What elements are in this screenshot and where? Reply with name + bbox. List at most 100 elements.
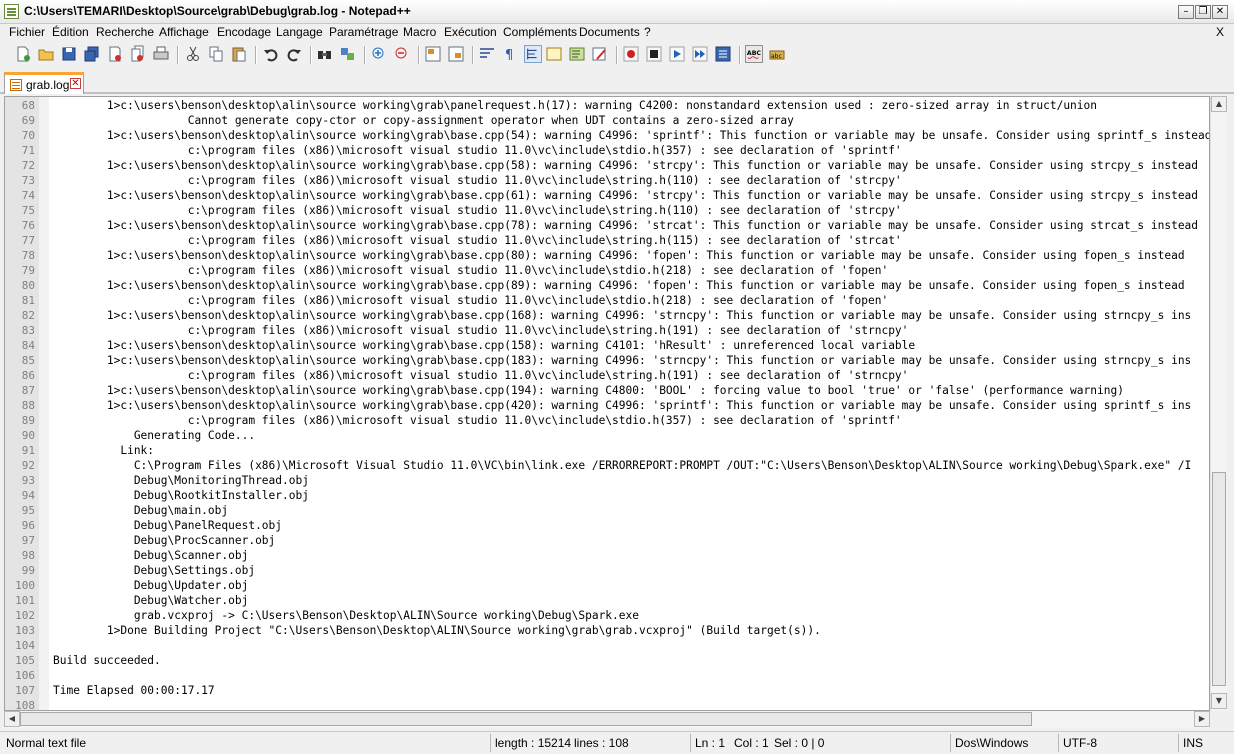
editor-line[interactable]: 75 c:\program files (x86)\microsoft visu… (5, 203, 1209, 218)
editor-line[interactable]: 82 1>c:\users\benson\desktop\alin\source… (5, 308, 1209, 323)
editor-line[interactable]: 105 Build succeeded. (5, 653, 1209, 668)
editor-line[interactable]: 102 grab.vcxproj -> C:\Users\Benson\Desk… (5, 608, 1209, 623)
vertical-scroll-thumb[interactable] (1212, 472, 1226, 686)
vertical-scrollbar[interactable]: ▲ ▼ (1210, 96, 1227, 711)
menu-fichier[interactable]: Fichier (9, 25, 45, 39)
editor-line[interactable]: 91 Link: (5, 443, 1209, 458)
editor-line[interactable]: 81 c:\program files (x86)\microsoft visu… (5, 293, 1209, 308)
tab-close-icon[interactable]: ✕ (70, 78, 81, 89)
scroll-up-arrow-icon[interactable]: ▲ (1211, 96, 1227, 112)
editor-line[interactable]: 101 Debug\Watcher.obj (5, 593, 1209, 608)
find-icon[interactable] (316, 45, 334, 63)
save-macro-icon[interactable] (714, 45, 732, 63)
show-all-characters-icon[interactable]: ¶ (501, 45, 519, 63)
editor-line[interactable]: 87 1>c:\users\benson\desktop\alin\source… (5, 383, 1209, 398)
copy-icon[interactable] (207, 45, 225, 63)
open-file-icon[interactable] (37, 45, 55, 63)
editor-line[interactable]: 86 c:\program files (x86)\microsoft visu… (5, 368, 1209, 383)
editor-line[interactable]: 74 1>c:\users\benson\desktop\alin\source… (5, 188, 1209, 203)
text-editor[interactable]: 68 1>c:\users\benson\desktop\alin\source… (4, 96, 1210, 711)
menu-documents[interactable]: Documents (579, 25, 640, 39)
editor-line[interactable]: 69 Cannot generate copy-ctor or copy-ass… (5, 113, 1209, 128)
editor-line[interactable]: 93 Debug\MonitoringThread.obj (5, 473, 1209, 488)
cut-icon[interactable] (184, 45, 202, 63)
menu-langage[interactable]: Langage (276, 25, 323, 39)
word-wrap-icon[interactable] (478, 45, 496, 63)
record-macro-icon[interactable] (622, 45, 640, 63)
editor-line[interactable]: 98 Debug\Scanner.obj (5, 548, 1209, 563)
menu-help[interactable]: ? (644, 25, 651, 39)
tab-grab-log[interactable]: grab.log ✕ (4, 72, 84, 94)
menu-complements[interactable]: Compléments (503, 25, 577, 39)
editor-line[interactable]: 78 1>c:\users\benson\desktop\alin\source… (5, 248, 1209, 263)
redo-icon[interactable] (285, 45, 303, 63)
horizontal-scroll-thumb[interactable] (20, 712, 1032, 726)
run-macro-multiple-icon[interactable] (691, 45, 709, 63)
sync-vertical-icon[interactable] (424, 45, 442, 63)
sync-horizontal-icon[interactable] (447, 45, 465, 63)
zoom-in-icon[interactable] (370, 45, 388, 63)
editor-line[interactable]: 77 c:\program files (x86)\microsoft visu… (5, 233, 1209, 248)
editor-line[interactable]: 100 Debug\Updater.obj (5, 578, 1209, 593)
menu-macro[interactable]: Macro (403, 25, 436, 39)
editor-line[interactable]: 104 (5, 638, 1209, 653)
horizontal-scrollbar[interactable]: ◀ ▶ (4, 711, 1210, 728)
editor-line[interactable]: 99 Debug\Settings.obj (5, 563, 1209, 578)
stop-macro-icon[interactable] (645, 45, 663, 63)
menu-encodage[interactable]: Encodage (217, 25, 271, 39)
minimize-button[interactable]: – (1178, 5, 1194, 19)
document-map-icon[interactable] (545, 45, 563, 63)
menu-affichage[interactable]: Affichage (159, 25, 209, 39)
spell-check-icon[interactable]: ABC (745, 45, 763, 63)
spell-check-options-icon[interactable]: abc (768, 45, 786, 63)
editor-line[interactable]: 88 1>c:\users\benson\desktop\alin\source… (5, 398, 1209, 413)
new-file-icon[interactable] (14, 45, 32, 63)
restore-button[interactable]: ❐ (1195, 5, 1211, 19)
menu-edition[interactable]: Édition (52, 25, 89, 39)
editor-line[interactable]: 106 (5, 668, 1209, 683)
scroll-down-arrow-icon[interactable]: ▼ (1211, 693, 1227, 709)
editor-line[interactable]: 89 c:\program files (x86)\microsoft visu… (5, 413, 1209, 428)
editor-line[interactable]: 71 c:\program files (x86)\microsoft visu… (5, 143, 1209, 158)
editor-line[interactable]: 84 1>c:\users\benson\desktop\alin\source… (5, 338, 1209, 353)
editor-line[interactable]: 70 1>c:\users\benson\desktop\alin\source… (5, 128, 1209, 143)
editor-line[interactable]: 108 (5, 698, 1209, 710)
menu-parametrage[interactable]: Paramétrage (329, 25, 398, 39)
editor-line[interactable]: 76 1>c:\users\benson\desktop\alin\source… (5, 218, 1209, 233)
editor-line[interactable]: 107 Time Elapsed 00:00:17.17 (5, 683, 1209, 698)
scroll-left-arrow-icon[interactable]: ◀ (4, 711, 20, 727)
play-macro-icon[interactable] (668, 45, 686, 63)
save-icon[interactable] (60, 45, 78, 63)
editor-line[interactable]: 83 c:\program files (x86)\microsoft visu… (5, 323, 1209, 338)
close-all-icon[interactable] (129, 45, 147, 63)
menu-execution[interactable]: Exécution (444, 25, 497, 39)
close-window-button[interactable]: ✕ (1212, 5, 1228, 19)
editor-line[interactable]: 79 c:\program files (x86)\microsoft visu… (5, 263, 1209, 278)
editor-line[interactable]: 72 1>c:\users\benson\desktop\alin\source… (5, 158, 1209, 173)
close-file-icon[interactable] (106, 45, 124, 63)
folder-workspace-icon[interactable] (591, 45, 609, 63)
editor-line[interactable]: 73 c:\program files (x86)\microsoft visu… (5, 173, 1209, 188)
notepad-plus-plus-app-icon[interactable] (4, 4, 19, 19)
close-document-button[interactable]: X (1216, 25, 1224, 39)
indent-guide-icon[interactable] (524, 45, 542, 63)
save-all-icon[interactable] (83, 45, 101, 63)
editor-line[interactable]: 85 1>c:\users\benson\desktop\alin\source… (5, 353, 1209, 368)
editor-line[interactable]: 97 Debug\ProcScanner.obj (5, 533, 1209, 548)
editor-line[interactable]: 80 1>c:\users\benson\desktop\alin\source… (5, 278, 1209, 293)
editor-line[interactable]: 92 C:\Program Files (x86)\Microsoft Visu… (5, 458, 1209, 473)
replace-icon[interactable] (339, 45, 357, 63)
undo-icon[interactable] (262, 45, 280, 63)
editor-line[interactable]: 103 1>Done Building Project "C:\Users\Be… (5, 623, 1209, 638)
menu-recherche[interactable]: Recherche (96, 25, 154, 39)
editor-line[interactable]: 95 Debug\main.obj (5, 503, 1209, 518)
print-icon[interactable] (152, 45, 170, 63)
editor-line[interactable]: 68 1>c:\users\benson\desktop\alin\source… (5, 98, 1209, 113)
editor-line[interactable]: 90 Generating Code... (5, 428, 1209, 443)
editor-line[interactable]: 94 Debug\RootkitInstaller.obj (5, 488, 1209, 503)
paste-icon[interactable] (230, 45, 248, 63)
function-list-icon[interactable] (568, 45, 586, 63)
zoom-out-icon[interactable] (393, 45, 411, 63)
editor-line[interactable]: 96 Debug\PanelRequest.obj (5, 518, 1209, 533)
scroll-right-arrow-icon[interactable]: ▶ (1194, 711, 1210, 727)
